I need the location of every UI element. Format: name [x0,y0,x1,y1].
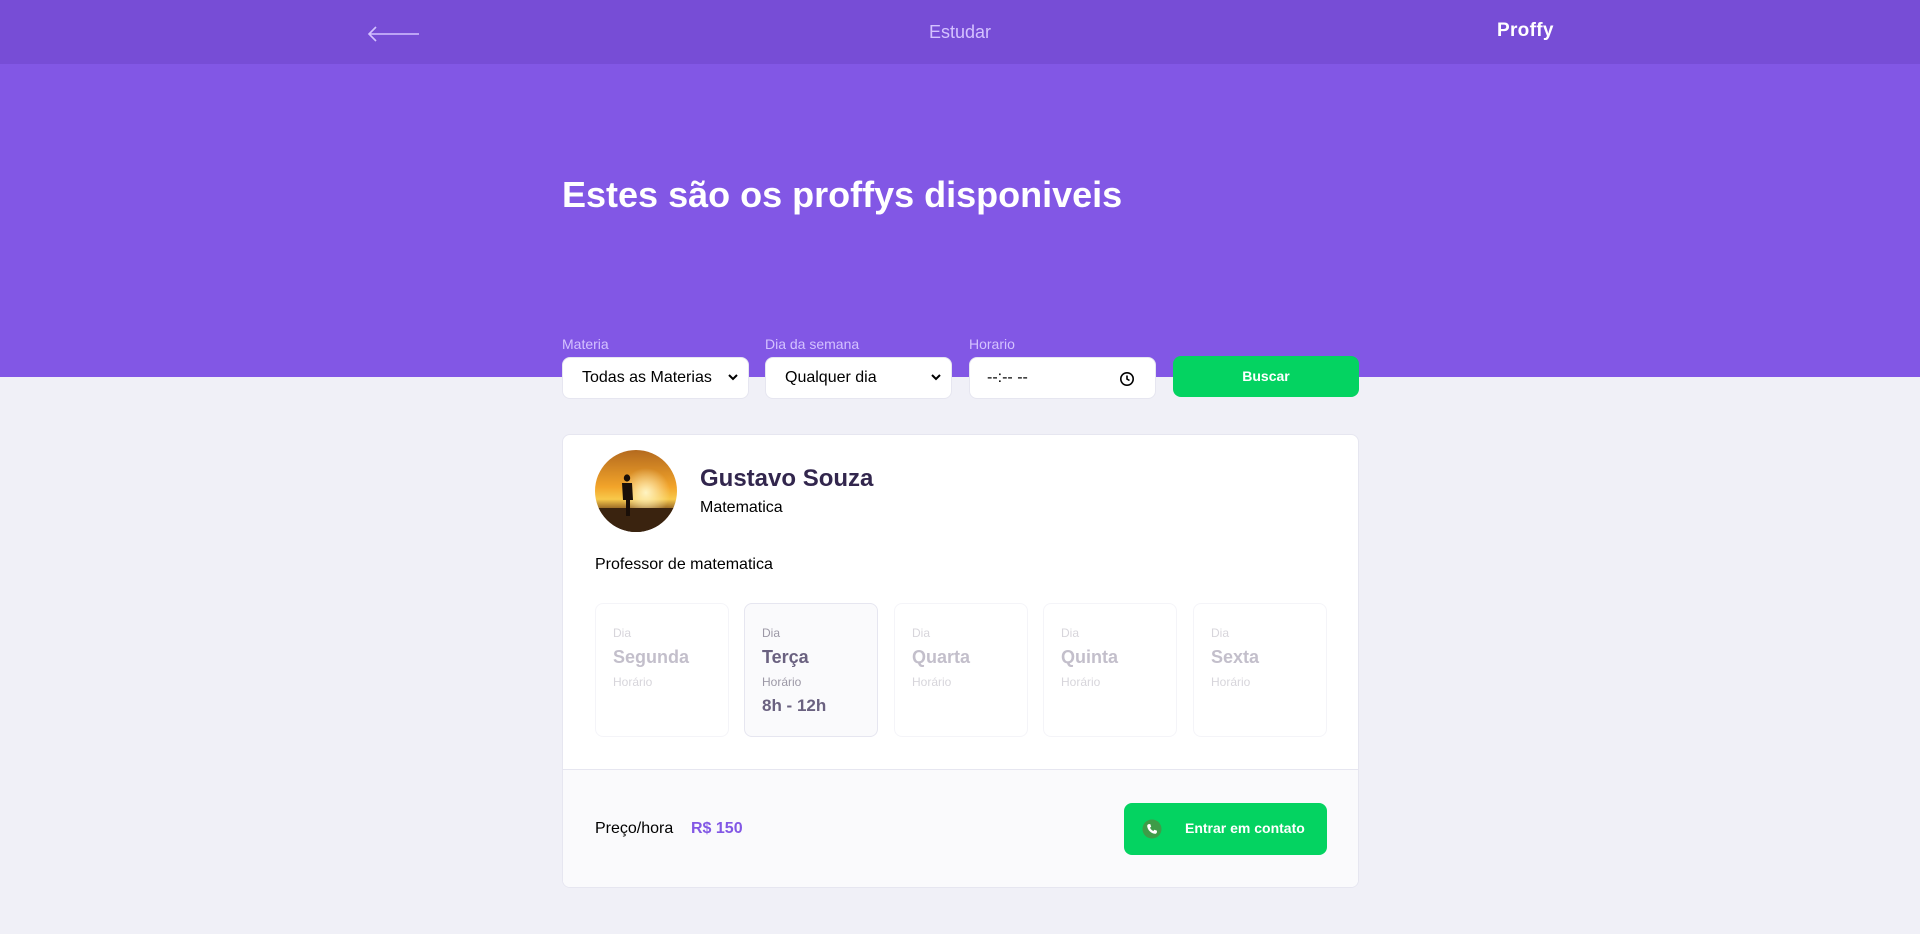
weekday-select-value: Qualquer dia [785,369,877,386]
top-bar: Estudar Proffy [0,0,1920,64]
chevron-down-icon [931,374,941,381]
whatsapp-icon [1142,819,1162,839]
price-value: R$ 150 [691,820,743,837]
time-input[interactable]: --:-- -- [969,357,1156,399]
hour-label: Horário [613,675,653,689]
price-label: Preço/hora [595,820,674,837]
schedule-day-segunda: Dia Segunda Horário [595,603,729,737]
hour-label: Horário [1061,675,1101,689]
chevron-down-icon [728,374,738,381]
page-title: Estudar [928,22,992,42]
hour-label: Horário [912,675,952,689]
schedule-day-terca: Dia Terça Horário 8h - 12h [744,603,878,737]
hour-label: Horário [762,675,802,689]
search-button[interactable]: Buscar [1173,356,1359,397]
day-label: Dia [912,626,931,640]
schedule-day-sexta: Dia Sexta Horário [1193,603,1327,737]
day-name: Quinta [1061,647,1118,667]
time-label: Horario [969,336,1015,352]
subject-label: Materia [562,336,609,352]
teacher-name: Gustavo Souza [700,465,874,492]
contact-button-label: Entrar em contato [1185,820,1305,836]
teacher-card: Gustavo Souza Matematica Professor de ma… [562,434,1359,888]
day-label: Dia [1061,626,1080,640]
schedule-day-quinta: Dia Quinta Horário [1043,603,1177,737]
subject-select[interactable]: Todas as Materias [562,357,749,399]
day-name: Sexta [1211,647,1260,667]
header-title: Estes são os proffys disponiveis [562,174,1123,215]
hour-label: Horário [1211,675,1251,689]
proffy-logo: Proffy [1497,20,1554,41]
page-header: Estes são os proffys disponiveis [0,64,1920,377]
day-name: Terça [762,647,809,667]
weekday-label: Dia da semana [765,336,860,352]
avatar [595,450,677,532]
day-label: Dia [1211,626,1230,640]
weekday-select[interactable]: Qualquer dia [765,357,952,399]
schedule-day-quarta: Dia Quarta Horário [894,603,1028,737]
day-name: Quarta [912,647,971,667]
day-label: Dia [613,626,632,640]
clock-icon[interactable] [1119,371,1135,387]
day-label: Dia [762,626,781,640]
day-name: Segunda [613,647,690,667]
time-input-value: --:-- -- [987,369,1028,386]
card-footer: Preço/hora R$ 150 Entrar em contato [563,769,1358,887]
subject-select-value: Todas as Materias [582,369,712,386]
teacher-subject: Matematica [700,499,783,516]
hour-range: 8h - 12h [762,696,827,715]
contact-button[interactable]: Entrar em contato [1124,803,1327,855]
teacher-bio: Professor de matematica [595,556,773,573]
